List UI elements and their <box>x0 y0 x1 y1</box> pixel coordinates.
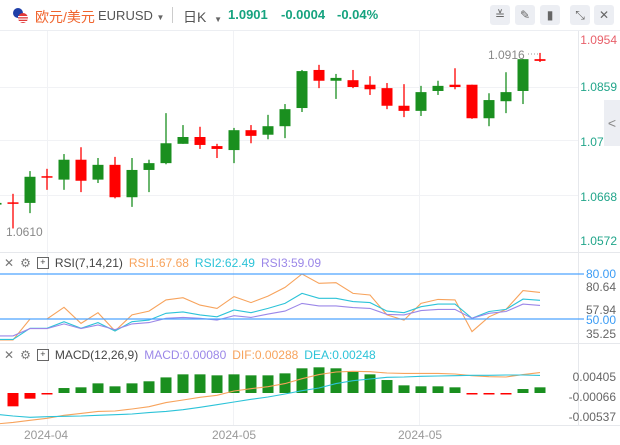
candle-down <box>7 202 19 204</box>
macd-bar <box>58 388 70 393</box>
candle-up <box>58 159 70 180</box>
candle-up <box>517 59 529 91</box>
macd-bar <box>75 387 87 393</box>
candle-down <box>449 84 461 87</box>
candle-down <box>109 164 121 198</box>
candle-down <box>398 105 410 111</box>
macd-bar <box>92 383 104 393</box>
macd-bar <box>398 385 410 393</box>
candle-down <box>245 130 257 136</box>
candle-down <box>347 80 359 87</box>
macd-bar <box>296 368 308 393</box>
rsi2-line <box>0 292 541 340</box>
candle-up <box>126 169 138 198</box>
macd-bar <box>143 381 155 393</box>
macd-bar <box>517 389 529 393</box>
candle-down <box>534 59 546 61</box>
macd-bar <box>347 371 359 393</box>
macd-bar <box>534 387 546 393</box>
candle-down <box>313 69 325 81</box>
candle-up <box>92 164 104 180</box>
candle-down <box>364 84 376 90</box>
macd-bar <box>415 386 427 393</box>
macd-bar <box>449 387 461 393</box>
macd-bar <box>500 393 512 395</box>
macd-bar <box>41 393 53 395</box>
macd-bar <box>177 374 189 393</box>
candle-down <box>381 88 393 106</box>
macd-bar <box>211 375 223 393</box>
candle-up <box>0 202 2 205</box>
candle-up <box>483 100 495 119</box>
candle-up <box>432 85 444 91</box>
chart-plot[interactable] <box>0 0 620 445</box>
candle-up <box>500 92 512 102</box>
macd-bar <box>262 375 274 393</box>
macd-bar <box>160 377 172 393</box>
macd-bar <box>194 374 206 393</box>
macd-bar <box>24 393 36 399</box>
candle-down <box>466 84 478 119</box>
candle-up <box>24 176 36 203</box>
macd-bar <box>381 380 393 393</box>
candle-up <box>296 71 308 109</box>
macd-bar <box>109 386 121 393</box>
candle-down <box>41 176 53 178</box>
macd-bar <box>466 393 478 395</box>
macd-bar <box>126 383 138 393</box>
candle-up <box>143 163 155 170</box>
candle-down <box>75 159 87 181</box>
candle-up <box>415 92 427 111</box>
macd-bar <box>483 393 495 395</box>
candle-up <box>177 137 189 144</box>
macd-bar <box>432 386 444 393</box>
macd-bar <box>245 375 257 393</box>
candle-down <box>211 146 223 149</box>
candle-up <box>262 126 274 135</box>
macd-bar <box>364 374 376 393</box>
candle-up <box>279 109 291 127</box>
macd-bar <box>7 393 19 407</box>
candle-down <box>194 137 206 145</box>
candle-up <box>228 130 240 151</box>
candle-up <box>330 77 342 81</box>
candle-up <box>160 143 172 164</box>
